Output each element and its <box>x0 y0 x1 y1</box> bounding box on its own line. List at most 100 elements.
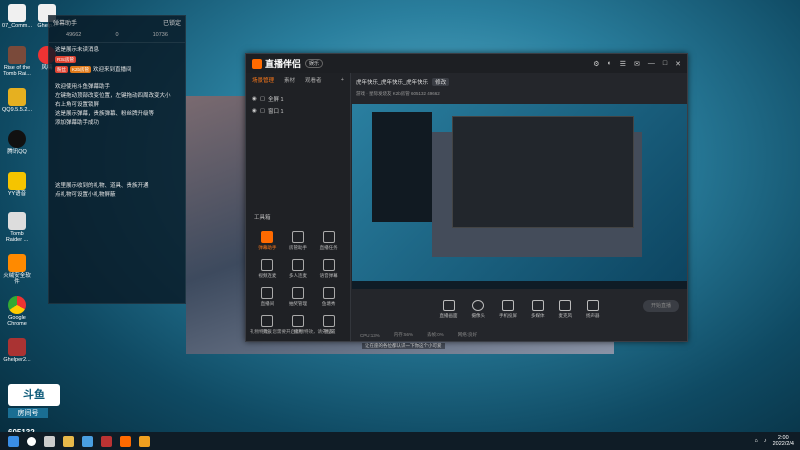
tool-room[interactable]: 直播间 <box>252 287 283 307</box>
mail-icon[interactable] <box>82 435 93 447</box>
chat-line: 左键拖动顶部改变位置，左键拖动四周改变大小 <box>55 93 171 99</box>
lock-icon[interactable]: ▢ <box>260 108 265 114</box>
tool-danmaku[interactable]: 弹幕助手 <box>252 231 283 251</box>
mode-toggle[interactable]: 娱乐 <box>305 59 324 68</box>
viewer-count: 49662 <box>66 32 82 38</box>
scene-item[interactable]: ◉ ▢ 全屏 1 <box>246 93 350 105</box>
installer-icon <box>8 88 26 106</box>
windows-start-icon[interactable] <box>8 435 19 447</box>
titlebar: 直播伴侣 娱乐 ⚙ ◐ ☰ ✉ — □ ✕ <box>246 54 687 73</box>
tool-lottery[interactable]: 抽奖管理 <box>283 287 314 307</box>
desktop-icon-tomb-raider[interactable]: Rise of the Tomb Rai... <box>2 46 32 77</box>
close-button[interactable]: ✕ <box>675 60 681 68</box>
search-icon[interactable] <box>27 436 36 446</box>
tool-admin[interactable]: 房管助手 <box>283 231 314 251</box>
lock-status[interactable]: 已锁定 <box>163 18 181 27</box>
network-icon[interactable]: ⌂ <box>755 438 758 444</box>
stream-meta: 游戏 · 星际发烧友 K2b房管 605132 49662 <box>356 91 440 96</box>
clock[interactable]: 2:00 2022/2/4 <box>773 435 794 447</box>
chat-line: R3c房管 <box>49 55 185 65</box>
game-icon[interactable] <box>101 435 112 447</box>
speaker-control[interactable]: 扬声器 <box>586 299 600 319</box>
window-controls: ⚙ ◐ ☰ ✉ — □ ✕ <box>593 60 681 68</box>
maximize-button[interactable]: □ <box>663 60 667 68</box>
stream-info: 虎年快乐_虎年快乐_虎年快乐 修改 游戏 · 星际发烧友 K2b房管 60513… <box>352 73 687 104</box>
fish-icon <box>322 287 335 299</box>
desktop-icon-qq-installer[interactable]: QQ9.5.5.2... <box>2 88 32 113</box>
desktop-icon-qq[interactable]: 腾讯QQ <box>2 130 32 155</box>
source-camera[interactable]: 摄像头 <box>472 299 485 319</box>
chat-line: 这是展示未读消息 <box>55 47 100 53</box>
desktop-icon-chrome[interactable]: Google Chrome <box>2 296 32 327</box>
desktop-icon-ghelper[interactable]: Ghelper2... <box>2 338 32 363</box>
chat-line: 欢迎使用斗鱼弹幕助手 <box>55 84 111 90</box>
chat-title: 弹幕助手 <box>53 20 78 27</box>
desktop-icon-huorong[interactable]: 火绒安全软件 <box>2 254 32 285</box>
desktop-icon-file-1[interactable]: 07_Comm... <box>2 4 32 29</box>
douyu-watermark: 斗鱼 房间号 605132 <box>8 384 60 437</box>
admin-icon <box>291 231 304 243</box>
scene-panel: 场景管理 素材 观看者 + ◉ ▢ 全屏 1 ◉ ▢ 窗口 1 工具箱 弹幕助手… <box>246 73 351 341</box>
video-icon <box>261 259 274 271</box>
app-logo-icon <box>252 58 262 69</box>
source-screen[interactable]: 直播画面 <box>440 299 458 319</box>
scene-item[interactable]: ◉ ▢ 窗口 1 <box>246 105 350 117</box>
source-media[interactable]: 多媒体 <box>531 299 545 319</box>
volume-icon[interactable]: ♪ <box>764 438 767 444</box>
taskbar: ⌂ ♪ 2:00 2022/2/4 <box>0 432 800 450</box>
add-scene-icon[interactable]: + <box>341 77 344 83</box>
streaming-app-icon[interactable] <box>120 435 131 447</box>
caption-text: 让在座的各位都认识一下你这个小可爱 <box>362 343 445 349</box>
menu-icon[interactable]: ☰ <box>620 60 626 68</box>
media-icon <box>531 299 544 311</box>
camera-icon <box>472 299 485 311</box>
microphone-icon <box>559 299 572 311</box>
desktop: { "desktop_icons": [ {"label": "07_Comm.… <box>0 0 800 450</box>
game-icon <box>8 46 26 64</box>
edit-title-button[interactable]: 修改 <box>432 78 450 86</box>
stream-title: 虎年快乐_虎年快乐_虎年快乐 <box>356 80 429 86</box>
qq-penguin-icon <box>8 130 26 148</box>
lottery-icon <box>291 287 304 299</box>
toolbox-grid: 弹幕助手 房管助手 直播任务 视频连麦 多人连麦 语音弹幕 直播间 抽奖管理 鱼… <box>252 231 344 335</box>
settings-icon[interactable]: ⚙ <box>593 60 599 68</box>
lock-icon[interactable]: ▢ <box>260 96 265 102</box>
source-controls: 直播画面 摄像头 手机投屏 多媒体 麦克风 扬声器 <box>352 289 687 329</box>
archive-icon <box>8 338 26 356</box>
tab-assets[interactable]: 素材 <box>284 76 295 84</box>
eye-icon[interactable]: ◉ <box>252 96 257 102</box>
crown-icon <box>261 315 274 327</box>
tool-video-link[interactable]: 视频连麦 <box>252 259 283 279</box>
source-phone[interactable]: 手机投屏 <box>499 299 517 319</box>
status-bar: CPU:13% 内存:56% 丢帧:0% 网络:良好 <box>360 332 478 338</box>
file-explorer-icon[interactable] <box>63 435 74 447</box>
chat-line: 粉丝 K2b房管 欢迎来到直播间 <box>55 66 132 73</box>
tool-voice-danmaku[interactable]: 语音弹幕 <box>313 259 344 279</box>
desktop-icon-tomb-raider-2[interactable]: Tomb Raider ... <box>2 212 32 243</box>
app-title: 直播伴侣 <box>265 59 302 69</box>
tab-scenes[interactable]: 场景管理 <box>252 76 274 84</box>
tool-task[interactable]: 直播任务 <box>313 231 344 251</box>
minimize-button[interactable]: — <box>648 60 655 68</box>
eye-icon[interactable]: ◉ <box>252 108 257 114</box>
danmaku-helper-panel[interactable]: 弹幕助手 已锁定 49662 0 10736 这是展示未读消息 R3c房管 粉丝… <box>48 15 186 304</box>
microphone-control[interactable]: 麦克风 <box>559 299 572 319</box>
tab-viewers[interactable]: 观看者 <box>305 76 322 84</box>
stream-preview[interactable] <box>352 104 687 289</box>
task-view-icon[interactable] <box>44 435 55 447</box>
start-live-button[interactable]: 开始直播 <box>643 300 679 312</box>
tool-multi-link[interactable]: 多人连麦 <box>283 259 314 279</box>
chat-line: 添加弹幕助手成功 <box>55 120 100 126</box>
streaming-app-window[interactable]: 直播伴侣 娱乐 ⚙ ◐ ☰ ✉ — □ ✕ 场景管理 素材 观看者 + ◉ ▢ … <box>245 53 688 342</box>
phone-icon <box>502 299 514 311</box>
theme-icon[interactable]: ◐ <box>608 60 612 68</box>
mail-icon[interactable]: ✉ <box>634 60 640 68</box>
more-icon <box>322 315 335 327</box>
app-icon[interactable] <box>139 435 150 447</box>
chat-line: 点礼物可设置小礼物屏蔽 <box>55 192 116 198</box>
desktop-icon-yy[interactable]: YY语音 <box>2 172 32 197</box>
tr-icon <box>8 212 26 230</box>
tool-fishpond[interactable]: 鱼塘秀 <box>313 287 344 307</box>
room-icon <box>261 287 274 299</box>
nested-window <box>452 116 634 228</box>
